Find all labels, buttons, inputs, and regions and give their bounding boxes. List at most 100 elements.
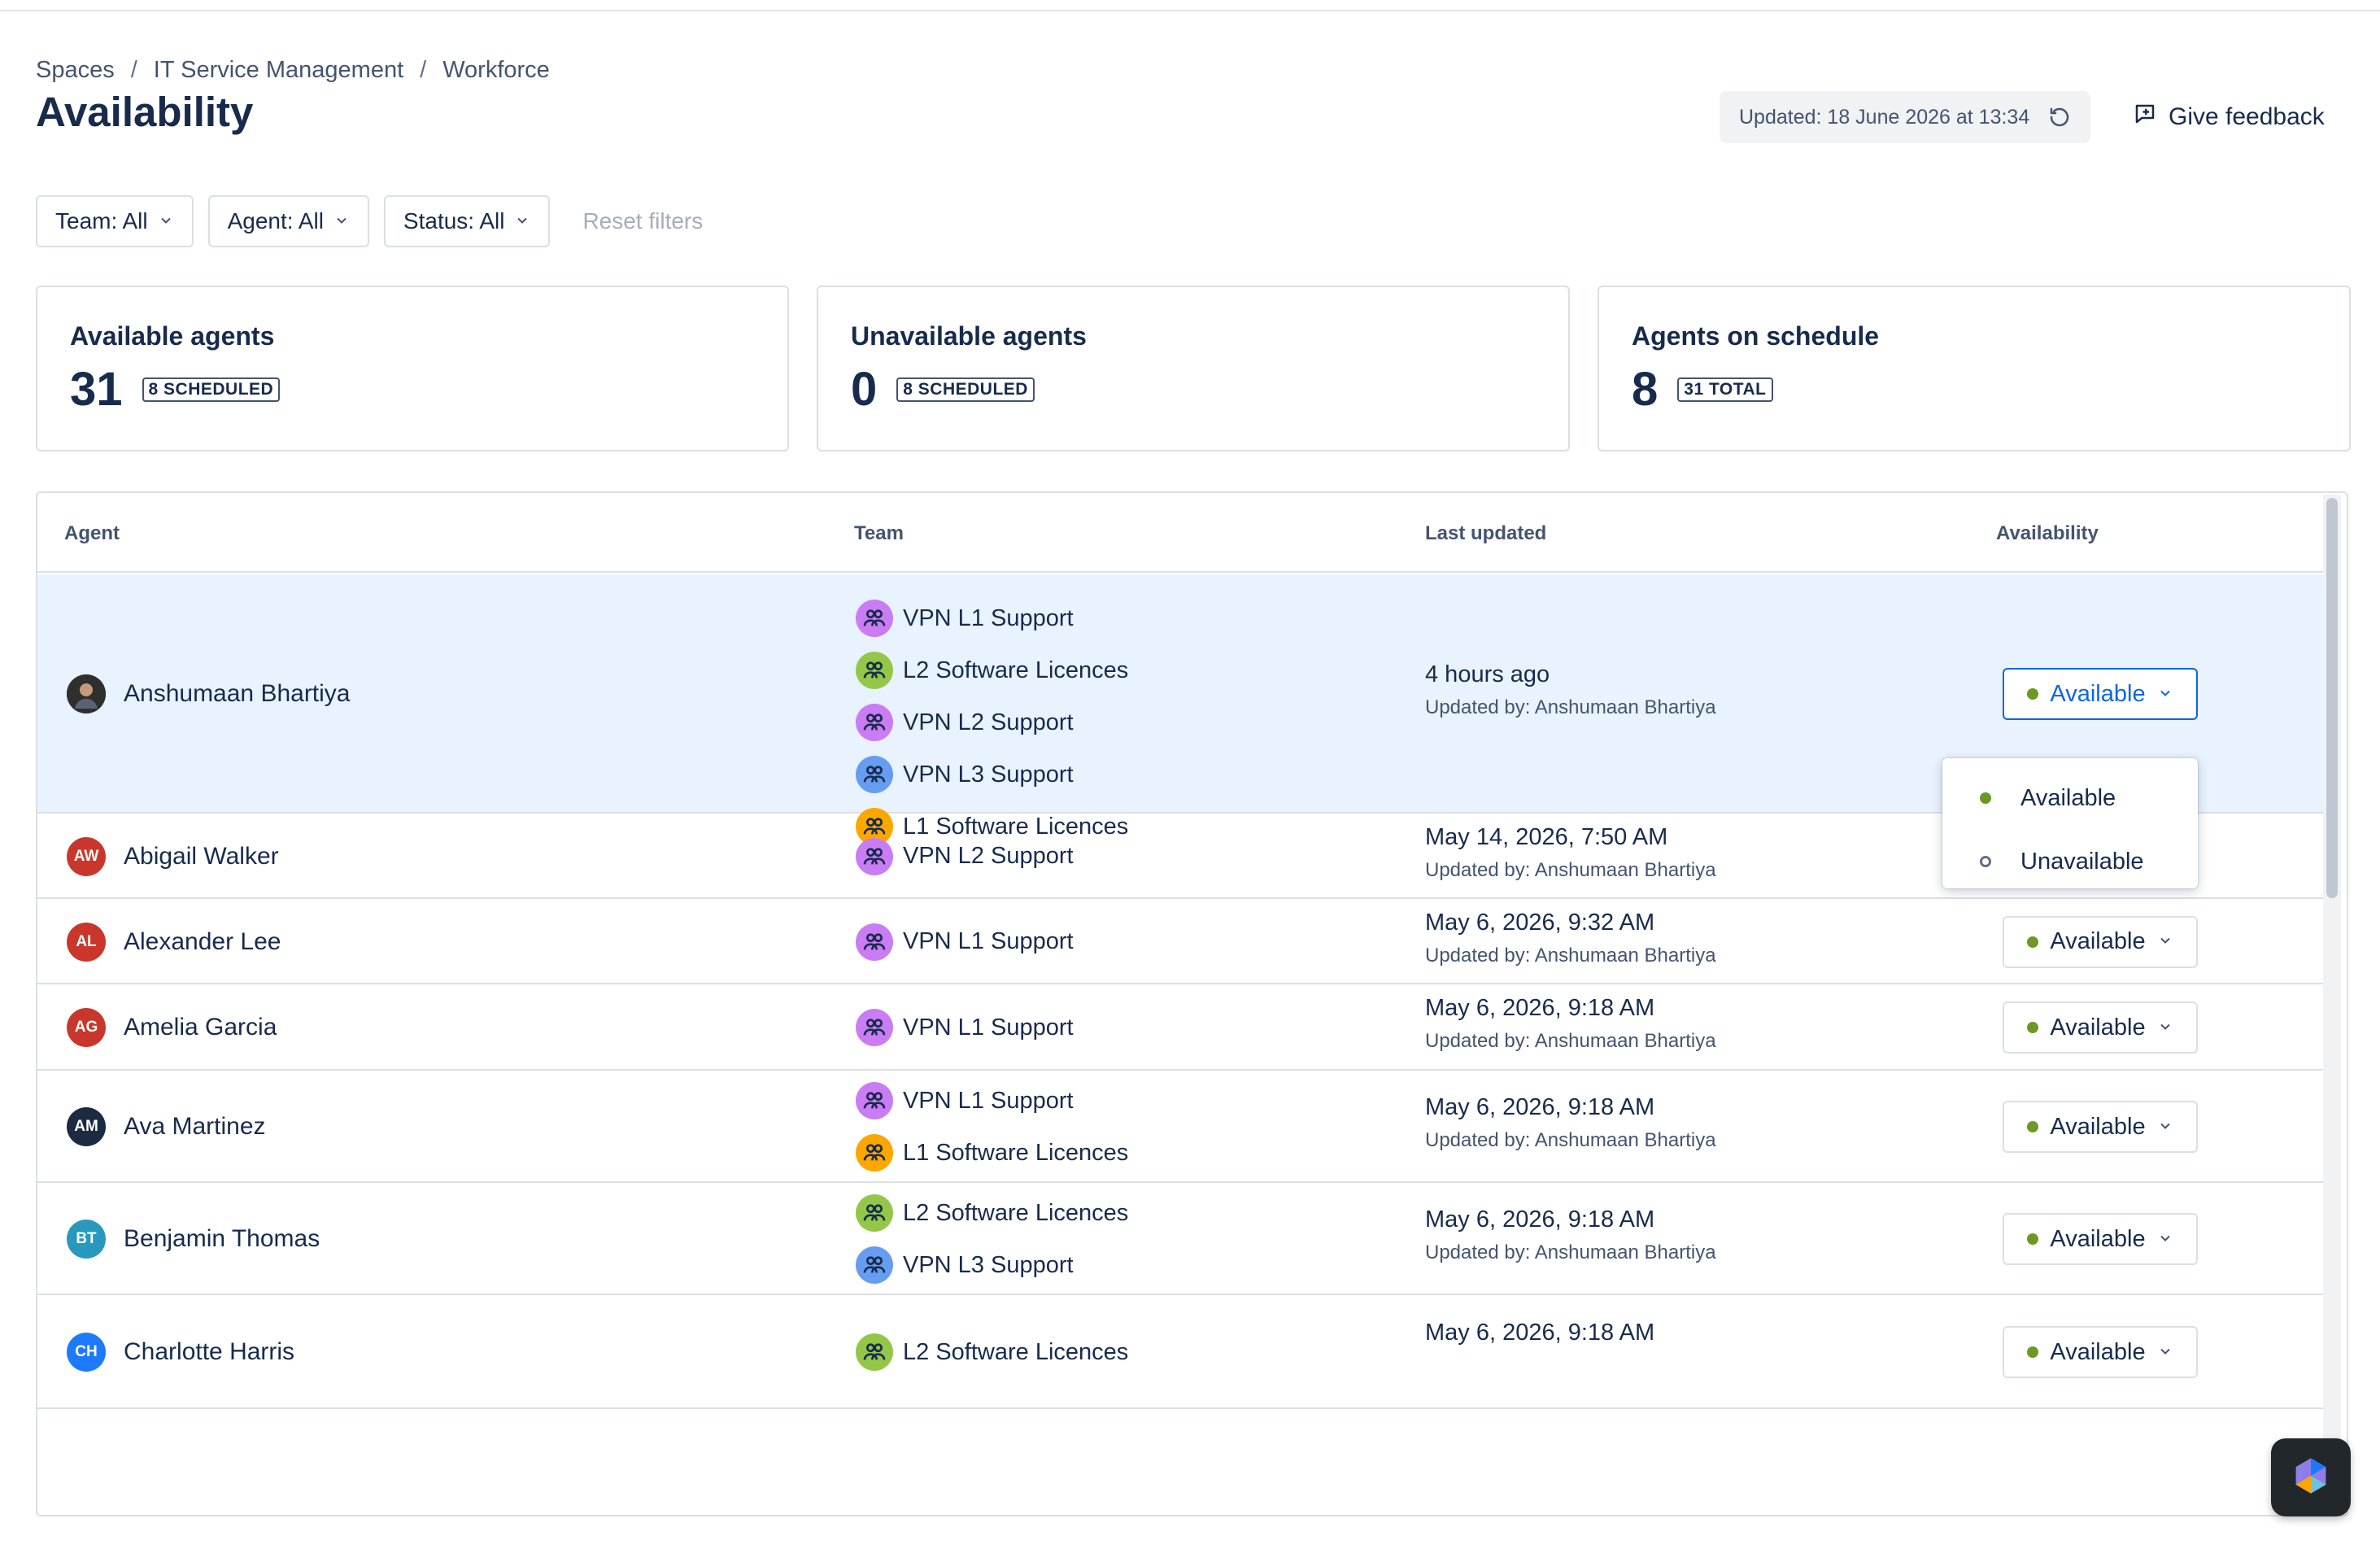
table-row[interactable]: AL Alexander Lee VPN L1 Support May 6, 2026… (37, 899, 2325, 984)
agent-cell: CH Charlotte Harris (67, 1333, 294, 1372)
table-row[interactable]: AG Amelia Garcia VPN L1 Support May 6, 2026… (37, 984, 2325, 1071)
table-scrollbar[interactable] (2323, 495, 2341, 1513)
table-row[interactable]: BT Benjamin Thomas L2 Software Licences VPN… (37, 1183, 2325, 1295)
table-row[interactable]: AM Ava Martinez VPN L1 Support L1 Software … (37, 1071, 2325, 1183)
last-updated-time: May 6, 2026, 9:32 AM (1425, 909, 1655, 936)
team-icon (856, 756, 893, 793)
chevron-down-icon (514, 208, 530, 234)
team-item: L1 Software Licences (856, 1127, 1128, 1179)
availability-select[interactable]: Available (2003, 1101, 2198, 1153)
column-header-last-updated[interactable]: Last updated (1425, 522, 1546, 545)
team-icon (856, 704, 893, 741)
card-badge: 31 TOTAL (1677, 377, 1773, 402)
reset-filters-button[interactable]: Reset filters (582, 208, 703, 234)
agent-name[interactable]: Charlotte Harris (124, 1338, 294, 1366)
agent-name[interactable]: Anshumaan Bhartiya (124, 680, 351, 708)
available-status-dot (1980, 792, 1991, 804)
team-item: VPN L3 Support (856, 1239, 1128, 1291)
agents-on-schedule-card: Agents on schedule 8 31 TOTAL (1598, 286, 2351, 452)
agent-name[interactable]: Amelia Garcia (124, 1014, 277, 1041)
team-icon (856, 837, 893, 875)
team-icon (856, 1333, 893, 1371)
team-filter[interactable]: Team: All (36, 195, 194, 247)
last-updated-cell: May 6, 2026, 9:18 AM Updated by: Anshumaa… (1425, 1094, 1716, 1152)
scrollbar-thumb[interactable] (2326, 498, 2338, 898)
unavailable-agents-card: Unavailable agents 0 8 SCHEDULED (817, 286, 1570, 452)
agent-name[interactable]: Ava Martinez (124, 1113, 266, 1141)
availability-dropdown-menu: Available Unavailable (1942, 758, 2198, 888)
team-icon (856, 652, 893, 689)
assistant-launcher-button[interactable] (2271, 1438, 2351, 1516)
agent-filter-label: Agent: All (227, 208, 324, 233)
table-row[interactable]: CH Charlotte Harris L2 Software Licences Ma… (37, 1295, 2325, 1409)
card-badge: 8 SCHEDULED (896, 377, 1035, 402)
team-name[interactable]: L2 Software Licences (903, 657, 1128, 684)
chevron-down-icon (2157, 1339, 2173, 1366)
chevron-down-icon (158, 208, 174, 234)
team-name[interactable]: VPN L3 Support (903, 761, 1074, 788)
team-item: L2 Software Licences (856, 1326, 1128, 1378)
last-updated-indicator: Updated: 18 June 2026 at 13:34 (1720, 91, 2090, 143)
agent-name[interactable]: Benjamin Thomas (124, 1225, 320, 1253)
team-name[interactable]: VPN L1 Support (903, 605, 1074, 632)
column-header-team[interactable]: Team (854, 522, 904, 545)
agent-cell: AG Amelia Garcia (67, 1008, 277, 1047)
dropdown-option-unavailable[interactable]: Unavailable (1942, 830, 2198, 893)
last-updated-cell: May 6, 2026, 9:18 AM Updated by: Anshumaa… (1425, 1206, 1716, 1264)
team-icon (856, 1082, 893, 1119)
agent-filter[interactable]: Agent: All (207, 195, 369, 247)
refresh-icon[interactable] (2046, 103, 2073, 131)
team-name[interactable]: VPN L2 Support (903, 843, 1074, 870)
availability-select[interactable]: Available (2003, 1213, 2198, 1265)
availability-select-label: Available (2050, 680, 2146, 707)
updated-by-text: Updated by: Anshumaan Bhartiya (1425, 1030, 1716, 1052)
team-list: VPN L1 Support (856, 1001, 1074, 1054)
status-filter[interactable]: Status: All (383, 195, 551, 247)
availability-select[interactable]: Available (2003, 1326, 2198, 1378)
availability-select[interactable]: Available (2003, 668, 2198, 720)
availability-select[interactable]: Available (2003, 915, 2198, 968)
agent-name[interactable]: Alexander Lee (124, 928, 281, 956)
column-header-agent[interactable]: Agent (64, 522, 120, 545)
team-name[interactable]: VPN L1 Support (903, 1088, 1074, 1115)
team-name[interactable]: VPN L1 Support (903, 928, 1074, 955)
card-value: 8 (1632, 363, 1659, 416)
dropdown-option-available[interactable]: Available (1942, 766, 2198, 830)
team-name[interactable]: VPN L3 Support (903, 1252, 1074, 1279)
availability-select-label: Available (2050, 928, 2146, 954)
breadcrumb-it-service-management[interactable]: IT Service Management (154, 57, 403, 84)
team-list: VPN L2 Support (856, 831, 1074, 883)
last-updated-cell: May 6, 2026, 9:18 AM Updated by: Anshumaa… (1425, 995, 1716, 1053)
last-updated-cell: May 14, 2026, 7:50 AM Updated by: Anshuma… (1425, 824, 1716, 882)
available-status-dot (2027, 936, 2039, 948)
give-feedback-button[interactable]: Give feedback (2133, 94, 2325, 140)
avatar: AL (67, 922, 106, 962)
team-name[interactable]: L1 Software Licences (903, 1140, 1128, 1167)
available-agents-card: Available agents 31 8 SCHEDULED (36, 286, 789, 452)
team-name[interactable]: VPN L1 Support (903, 1014, 1074, 1041)
team-name[interactable]: L2 Software Licences (903, 1339, 1128, 1366)
updated-by-text: Updated by: Anshumaan Bhartiya (1425, 858, 1716, 881)
team-name[interactable]: VPN L2 Support (903, 709, 1074, 736)
available-status-dot (2027, 1121, 2039, 1132)
breadcrumb: Spaces / IT Service Management / Workfor… (36, 57, 550, 84)
avatar: AW (67, 836, 106, 876)
breadcrumb-workforce[interactable]: Workforce (442, 57, 550, 84)
team-name[interactable]: L2 Software Licences (903, 1200, 1128, 1227)
agent-name[interactable]: Abigail Walker (124, 843, 279, 870)
last-updated-time: May 14, 2026, 7:50 AM (1425, 823, 1668, 850)
avatar: BT (67, 1220, 106, 1259)
chevron-down-icon (333, 208, 350, 234)
card-value: 0 (851, 363, 878, 416)
breadcrumb-spaces[interactable]: Spaces (36, 57, 115, 84)
available-status-dot (2027, 1233, 2039, 1245)
team-icon (856, 1134, 893, 1172)
availability-select[interactable]: Available (2003, 1001, 2198, 1054)
last-updated-cell: May 6, 2026, 9:18 AM (1425, 1320, 1654, 1346)
feedback-icon (2133, 102, 2157, 133)
breadcrumb-separator: / (130, 57, 137, 83)
column-header-availability[interactable]: Availability (1996, 522, 2099, 545)
team-list: VPN L1 Support L1 Software Licences (856, 1075, 1128, 1179)
availability-select-label: Available (2050, 1014, 2146, 1041)
agents-table: Agent Team Last updated Availability Ans… (36, 491, 2348, 1516)
